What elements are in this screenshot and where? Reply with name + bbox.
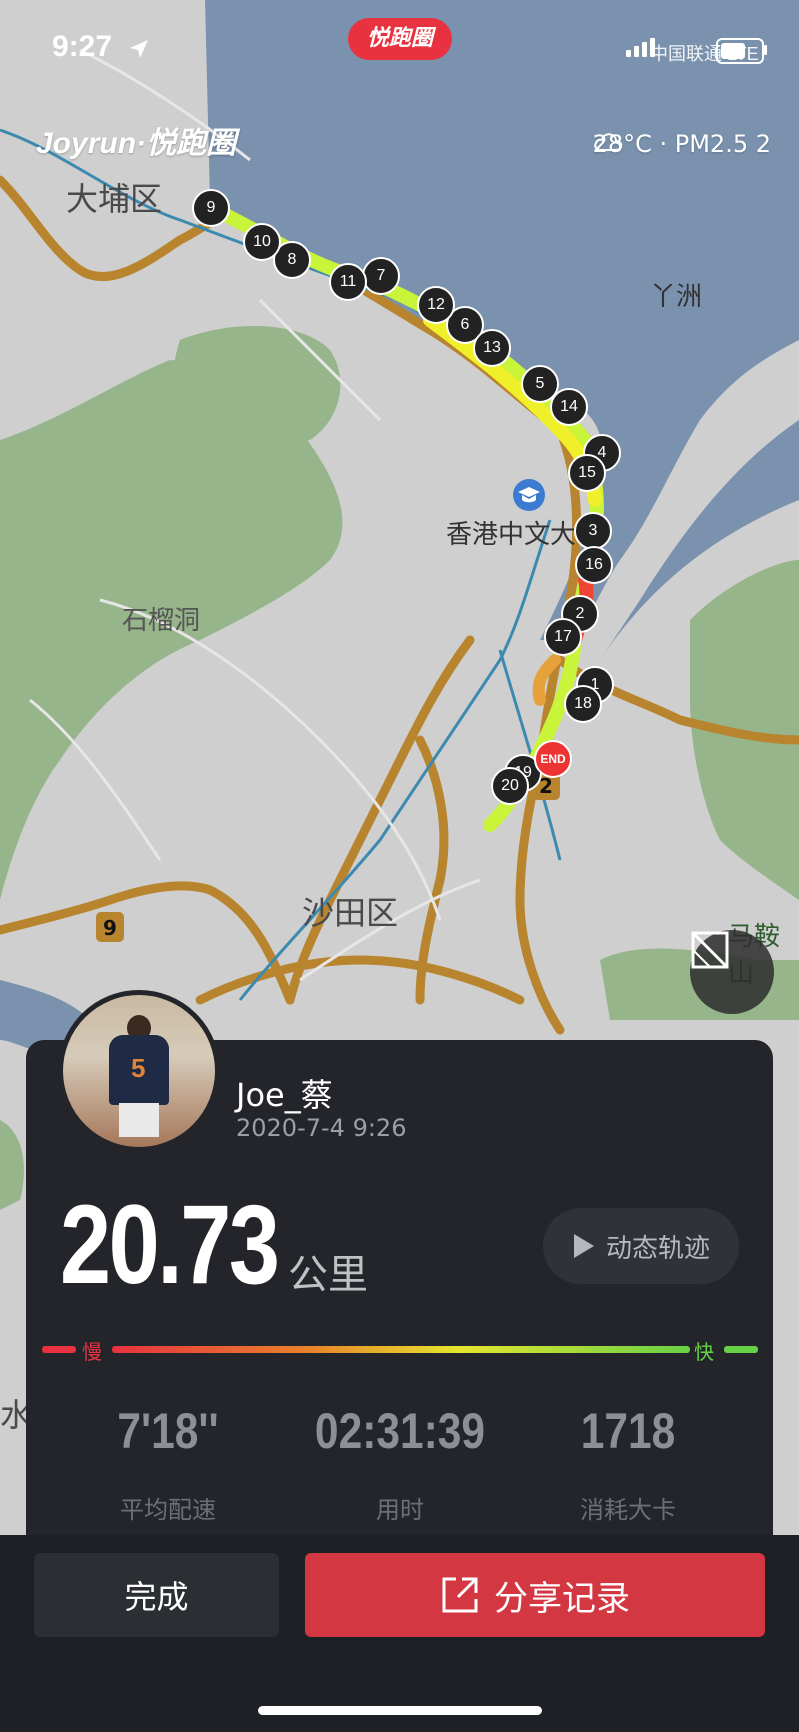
pace-gradient-bar: [42, 1346, 758, 1353]
battery-tip: [764, 45, 767, 55]
duration-value: 02:31:39: [314, 1403, 486, 1459]
km-marker[interactable]: 13: [473, 329, 511, 367]
status-time: 9:27: [52, 30, 113, 63]
username: Joe_蔡: [236, 1076, 333, 1114]
km-marker[interactable]: 10: [243, 223, 281, 261]
play-icon: [573, 1234, 594, 1258]
battery-icon: [716, 38, 764, 64]
distance-unit: 公里: [288, 1252, 368, 1298]
distance-value: 20.73: [60, 1182, 280, 1307]
share-label: 分享记录: [494, 1578, 630, 1619]
replay-track-button[interactable]: 动态轨迹: [543, 1208, 739, 1284]
app-pill[interactable]: 悦跑圈: [348, 18, 452, 60]
km-marker[interactable]: 20: [491, 767, 529, 805]
route9-badge: 9: [103, 916, 117, 940]
pace-value: 7'18'': [117, 1403, 219, 1459]
share-icon: [442, 1577, 478, 1613]
pace-label: 平均配速: [120, 1496, 216, 1524]
end-marker[interactable]: END: [534, 740, 572, 778]
replay-label: 动态轨迹: [605, 1233, 710, 1264]
cloud-icon: [593, 133, 622, 151]
run-datetime: 2020-7-4 9:26: [236, 1114, 407, 1142]
km-marker[interactable]: 11: [329, 263, 367, 301]
km-marker[interactable]: 17: [544, 618, 582, 656]
expand-map-button[interactable]: [690, 930, 774, 1014]
calories-label: 消耗大卡: [580, 1496, 676, 1524]
weather-info: 28°C · PM2.5 2: [593, 130, 771, 158]
share-record-button[interactable]: 分享记录: [305, 1553, 765, 1637]
done-button[interactable]: 完成: [34, 1553, 279, 1637]
duration-label: 用时: [376, 1496, 424, 1524]
km-marker[interactable]: 12: [417, 286, 455, 324]
avatar[interactable]: 5: [58, 990, 220, 1152]
km-marker[interactable]: 15: [568, 454, 606, 492]
map-label-ya-chau: 丫洲: [650, 282, 703, 312]
expand-icon: [691, 931, 729, 969]
map-label-cuhk: 香港中文大: [446, 520, 577, 550]
university-icon: [513, 479, 545, 511]
home-indicator[interactable]: [258, 1706, 542, 1715]
km-marker[interactable]: 14: [550, 388, 588, 426]
calories-value: 1718: [580, 1403, 676, 1459]
map-label-tai-po: 大埔区: [66, 180, 163, 218]
status-bar: 9:27 悦跑圈 中国联通 LTE: [0, 0, 799, 90]
km-marker[interactable]: 18: [564, 685, 602, 723]
km-marker[interactable]: 7: [362, 257, 400, 295]
location-arrow-icon: [130, 40, 148, 58]
map-label-shek-lau-tung: 石榴洞: [122, 606, 201, 636]
km-marker[interactable]: 3: [574, 512, 612, 550]
km-marker[interactable]: 16: [575, 546, 613, 584]
map-label-sha-tin: 沙田区: [302, 894, 399, 932]
app-brand: Joyrun·悦跑圈: [36, 127, 237, 160]
slow-label: 慢: [82, 1340, 102, 1364]
fast-label: 快: [694, 1340, 714, 1364]
km-marker[interactable]: 9: [192, 189, 230, 227]
